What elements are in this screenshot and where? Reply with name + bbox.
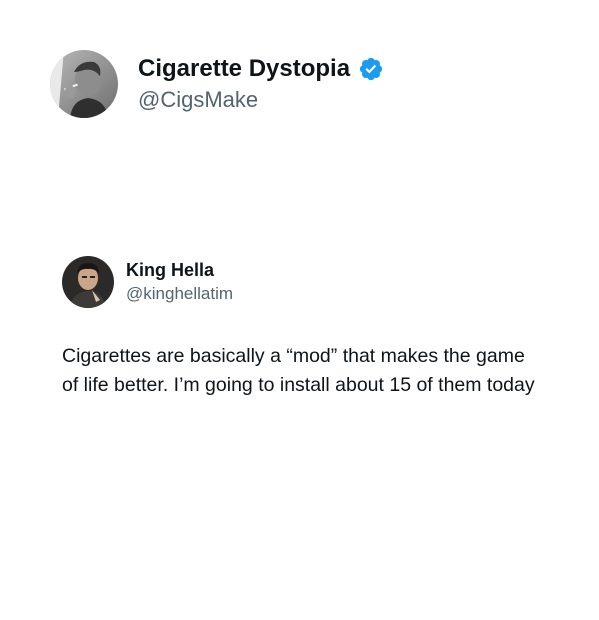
author-display-name[interactable]: Cigarette Dystopia <box>138 54 350 84</box>
quoted-post-text: Cigarettes are basically a “mod” that ma… <box>62 345 535 396</box>
avatar-man-portrait-icon <box>62 256 114 308</box>
quoted-author-display-name[interactable]: King Hella <box>126 259 233 282</box>
author-handle[interactable]: @CigsMake <box>138 86 384 114</box>
author-avatar[interactable] <box>50 50 118 118</box>
author-name-row: Cigarette Dystopia <box>138 54 384 84</box>
avatar-man-smoking-icon <box>50 50 118 118</box>
post-header: Cigarette Dystopia @CigsMake <box>50 50 384 118</box>
quoted-post-header: King Hella @kinghellatim <box>62 256 552 308</box>
quoted-author-handle[interactable]: @kinghellatim <box>126 283 233 305</box>
quoted-post[interactable]: King Hella @kinghellatim Cigarettes are … <box>62 256 552 400</box>
quoted-author-info: King Hella @kinghellatim <box>126 259 233 305</box>
quoted-author-avatar[interactable] <box>62 256 114 308</box>
verified-badge-icon <box>358 56 384 82</box>
author-info: Cigarette Dystopia @CigsMake <box>138 54 384 114</box>
